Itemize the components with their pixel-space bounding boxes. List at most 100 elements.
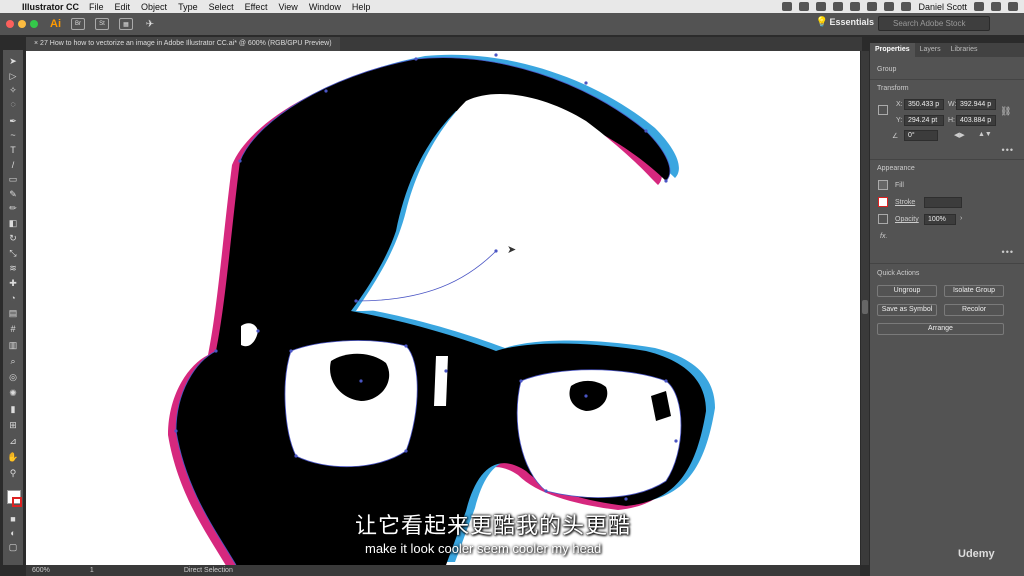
stroke-swatch-icon[interactable] <box>12 497 22 507</box>
eraser-icon[interactable]: ◧ <box>7 218 19 228</box>
stroke-swatch-panel-icon[interactable] <box>878 197 888 207</box>
y-field[interactable]: 294.24 pt <box>904 115 944 126</box>
rotate-field[interactable]: 0° <box>904 130 938 141</box>
transform-more-icon[interactable]: ••• <box>1002 145 1014 155</box>
paintbrush-icon[interactable]: ✎ <box>7 189 19 199</box>
fx-button[interactable]: fx. <box>880 233 887 240</box>
scale-tool-icon[interactable]: ⤡ <box>7 248 19 258</box>
volume-icon[interactable] <box>884 2 895 11</box>
document-tab[interactable]: × 27 How to how to vectorize an image in… <box>26 37 340 51</box>
flip-vertical-icon[interactable]: ▲▼ <box>978 131 992 138</box>
eyedropper-icon[interactable]: ⌕ <box>7 356 19 366</box>
tab-properties[interactable]: Properties <box>870 43 915 57</box>
battery-icon[interactable] <box>901 2 912 11</box>
creative-cloud-icon[interactable] <box>799 2 810 11</box>
column-graph-icon[interactable]: ▮ <box>7 404 19 414</box>
menu-object[interactable]: Object <box>141 2 167 12</box>
arrange-documents-icon[interactable]: ▦ <box>119 18 133 30</box>
selection-tool-icon[interactable]: ➤ <box>7 56 19 66</box>
menu-view[interactable]: View <box>278 2 297 12</box>
fill-none-icon[interactable] <box>878 180 888 190</box>
stock-search-input[interactable]: Search Adobe Stock <box>878 16 990 31</box>
opacity-dropdown-icon[interactable]: › <box>960 215 962 222</box>
h-field[interactable]: 403.884 p <box>956 115 996 126</box>
menu-select[interactable]: Select <box>209 2 234 12</box>
current-tool-label[interactable]: Direct Selection <box>184 567 233 574</box>
isolate-group-button[interactable]: Isolate Group <box>944 285 1004 297</box>
lasso-icon[interactable]: ◌ <box>7 99 19 109</box>
shape-builder-icon[interactable]: ◔ <box>7 293 19 303</box>
save-as-symbol-button[interactable]: Save as Symbol <box>877 304 937 316</box>
w-field[interactable]: 392.944 p <box>956 99 996 110</box>
arrange-button[interactable]: Arrange <box>877 323 1004 335</box>
camera-icon[interactable] <box>833 2 844 11</box>
perspective-grid-icon[interactable]: ▤ <box>7 308 19 318</box>
menu-type[interactable]: Type <box>178 2 198 12</box>
direct-selection-tool-icon[interactable]: ▷ <box>7 71 19 81</box>
tab-libraries[interactable]: Libraries <box>946 43 983 57</box>
blend-tool-icon[interactable]: ◎ <box>7 372 19 382</box>
rectangle-tool-icon[interactable]: ▭ <box>7 174 19 184</box>
vector-artwork[interactable] <box>26 51 860 565</box>
flip-horizontal-icon[interactable]: ◀▶ <box>954 131 965 139</box>
draw-mode-icon[interactable]: ◐ <box>7 528 19 538</box>
hand-tool-icon[interactable]: ✋ <box>7 452 19 462</box>
menu-file[interactable]: File <box>89 2 104 12</box>
line-tool-icon[interactable]: / <box>7 160 19 170</box>
menu-edit[interactable]: Edit <box>115 2 131 12</box>
menu-help[interactable]: Help <box>352 2 371 12</box>
bridge-button[interactable]: Br <box>71 18 85 30</box>
screen-mode-icon[interactable]: ▢ <box>7 542 19 552</box>
user-name[interactable]: Daniel Scott <box>918 2 967 12</box>
zoom-level[interactable]: 600% <box>32 567 50 574</box>
menu-window[interactable]: Window <box>309 2 341 12</box>
opacity-label[interactable]: Opacity <box>895 216 919 223</box>
bluetooth-icon[interactable] <box>850 2 861 11</box>
color-mode-icon[interactable]: ■ <box>7 514 19 524</box>
x-field[interactable]: 350.433 p <box>904 99 944 110</box>
appearance-more-icon[interactable]: ••• <box>1002 247 1014 257</box>
gradient-tool-icon[interactable]: ▥ <box>7 340 19 350</box>
dropbox-icon[interactable] <box>782 2 793 11</box>
scrollbar-thumb[interactable] <box>862 300 868 314</box>
stock-button[interactable]: St <box>95 18 109 30</box>
pen-tool-icon[interactable]: ✒ <box>7 116 19 126</box>
stroke-weight-field[interactable] <box>924 197 962 208</box>
lightbulb-icon[interactable]: 💡 <box>816 17 828 28</box>
close-window-icon[interactable] <box>6 20 14 28</box>
ungroup-button[interactable]: Ungroup <box>877 285 937 297</box>
stroke-label[interactable]: Stroke <box>895 199 915 206</box>
artboard-number[interactable]: 1 <box>90 567 94 574</box>
close-tab-icon[interactable]: × <box>34 40 38 47</box>
siri-icon[interactable] <box>974 2 984 11</box>
warp-tool-icon[interactable]: ≋ <box>7 263 19 273</box>
puppet-warp-icon[interactable]: ✚ <box>7 278 19 288</box>
search-icon[interactable] <box>991 2 1001 11</box>
slice-tool-icon[interactable]: ⊿ <box>7 436 19 446</box>
maximize-window-icon[interactable] <box>30 20 38 28</box>
zoom-tool-icon[interactable]: ⚲ <box>7 468 19 478</box>
artboard-canvas[interactable]: ➤ <box>26 51 860 565</box>
opacity-field[interactable]: 100% <box>924 214 956 225</box>
mail-icon[interactable] <box>816 2 827 11</box>
menu-app-name[interactable]: Illustrator CC <box>22 2 79 12</box>
mesh-tool-icon[interactable]: # <box>7 324 19 334</box>
magic-wand-icon[interactable]: ✧ <box>7 85 19 95</box>
wifi-icon[interactable] <box>867 2 878 11</box>
tab-layers[interactable]: Layers <box>915 43 946 57</box>
symbol-sprayer-icon[interactable]: ✺ <box>7 388 19 398</box>
type-tool-icon[interactable]: T <box>7 145 19 155</box>
reference-point-icon[interactable] <box>878 105 888 115</box>
workspace-switcher[interactable]: Essentials <box>829 17 874 27</box>
artboard-tool-icon[interactable]: ⊞ <box>7 420 19 430</box>
menu-effect[interactable]: Effect <box>245 2 268 12</box>
recolor-button[interactable]: Recolor <box>944 304 1004 316</box>
notification-icon[interactable] <box>1008 2 1018 11</box>
minimize-window-icon[interactable] <box>18 20 26 28</box>
fill-label: Fill <box>895 182 904 189</box>
rotate-tool-icon[interactable]: ↻ <box>7 233 19 243</box>
pencil-icon[interactable]: ✏ <box>7 203 19 213</box>
constrain-proportions-icon[interactable]: ⛓ <box>1000 106 1011 117</box>
curvature-tool-icon[interactable]: ~ <box>7 130 19 140</box>
gpu-performance-icon[interactable]: ✈ <box>143 18 157 30</box>
